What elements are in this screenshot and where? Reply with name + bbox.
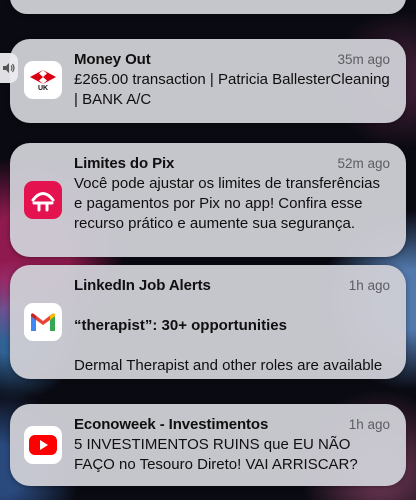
notification-time: 35m ago bbox=[337, 52, 390, 67]
notification-body: 5 INVESTIMENTOS RUINS que EU NÃO FAÇO no… bbox=[74, 436, 358, 473]
notification-time: 52m ago bbox=[337, 156, 390, 171]
notification-title: Money Out bbox=[74, 51, 151, 68]
notification-body: Você pode ajustar os limites de transfer… bbox=[74, 175, 380, 232]
hsbc-uk-logo-icon: UK bbox=[24, 61, 62, 99]
volume-indicator bbox=[0, 53, 18, 83]
notification-title: Limites do Pix bbox=[74, 155, 175, 172]
notification-time: 1h ago bbox=[348, 417, 390, 432]
notification-card-econoweek[interactable]: Econoweek - Investimentos 1h ago 5 INVES… bbox=[10, 404, 406, 486]
notification-body: Dermal Therapist and other roles are ava… bbox=[74, 357, 383, 374]
notification-title: LinkedIn Job Alerts bbox=[74, 277, 211, 294]
notification-title: Econoweek - Investimentos bbox=[74, 416, 269, 433]
notification-card-money-out[interactable]: UK Money Out 35m ago £265.00 transaction… bbox=[10, 39, 406, 123]
notification-card-linkedin[interactable]: LinkedIn Job Alerts 1h ago “therapist”: … bbox=[10, 265, 406, 379]
speaker-icon bbox=[3, 63, 15, 73]
notification-headline: “therapist”: 30+ opportunities bbox=[74, 317, 287, 334]
bradesco-logo-icon bbox=[24, 181, 62, 219]
notification-card-pix[interactable]: Limites do Pix 52m ago Você pode ajustar… bbox=[10, 143, 406, 257]
notification-time: 1h ago bbox=[348, 278, 390, 293]
hsbc-uk-label: UK bbox=[37, 85, 49, 92]
notification-card-previous[interactable] bbox=[10, 0, 406, 14]
notification-body: £265.00 transaction | Patricia Ballester… bbox=[74, 71, 390, 108]
youtube-icon bbox=[24, 426, 62, 464]
gmail-icon bbox=[24, 303, 62, 341]
